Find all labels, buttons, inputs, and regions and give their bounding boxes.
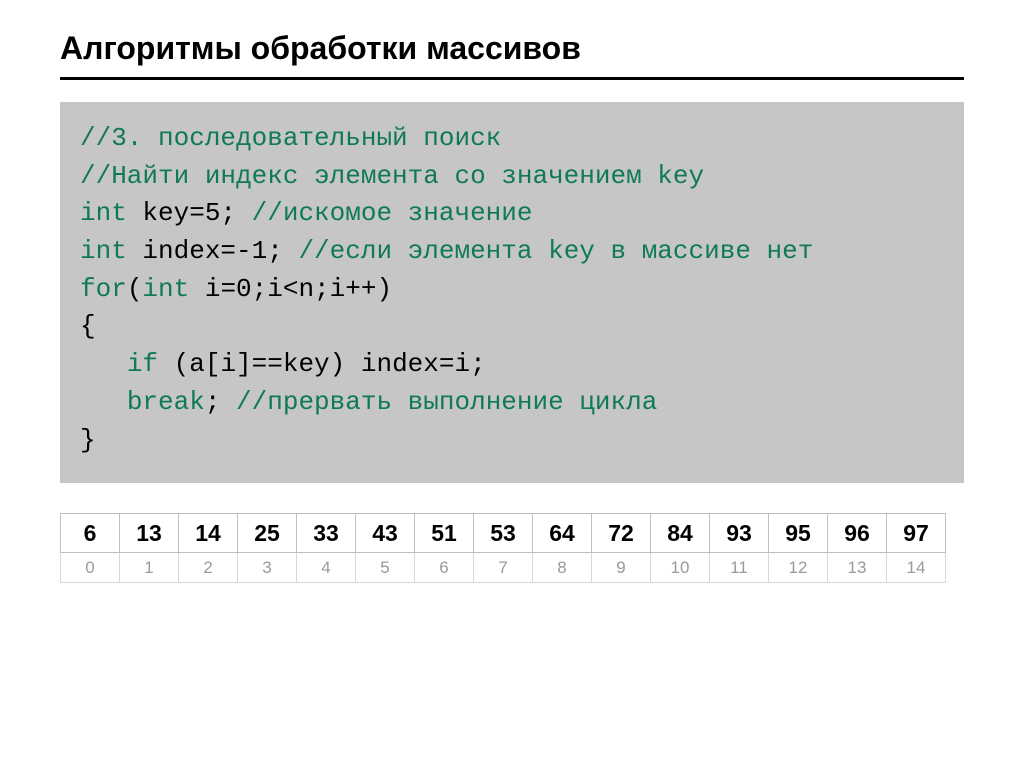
slide-title: Алгоритмы обработки массивов xyxy=(60,30,964,67)
keyword: int xyxy=(80,236,127,266)
array-index-cell: 5 xyxy=(355,553,415,583)
code-text: } xyxy=(80,425,96,455)
array-value-cell: 13 xyxy=(119,513,179,553)
array-value-cell: 51 xyxy=(414,513,474,553)
array-values-row: 6 13 14 25 33 43 51 53 64 72 84 93 95 96… xyxy=(60,513,964,553)
array-value-cell: 95 xyxy=(768,513,828,553)
keyword: if xyxy=(127,349,158,379)
keyword: int xyxy=(80,198,127,228)
code-text: key=5; xyxy=(127,198,252,228)
code-text: (a[i]==key) index=i; xyxy=(158,349,486,379)
array-index-cell: 13 xyxy=(827,553,887,583)
array-index-cell: 3 xyxy=(237,553,297,583)
code-text: ( xyxy=(127,274,143,304)
code-line-5: for(int i=0;i<n;i++) xyxy=(80,271,944,309)
array-value-cell: 33 xyxy=(296,513,356,553)
code-indent xyxy=(80,349,127,379)
comment: //Найти индекс элемента со значением key xyxy=(80,161,704,191)
code-text: { xyxy=(80,311,96,341)
code-indent xyxy=(80,387,127,417)
array-index-cell: 10 xyxy=(650,553,710,583)
code-line-7: if (a[i]==key) index=i; xyxy=(80,346,944,384)
array-value-cell: 64 xyxy=(532,513,592,553)
array-indices-row: 0 1 2 3 4 5 6 7 8 9 10 11 12 13 14 xyxy=(60,553,964,583)
code-line-4: int index=-1; //если элемента key в масс… xyxy=(80,233,944,271)
slide-container: Алгоритмы обработки массивов //3. послед… xyxy=(0,0,1024,623)
array-index-cell: 4 xyxy=(296,553,356,583)
array-value-cell: 43 xyxy=(355,513,415,553)
array-index-cell: 7 xyxy=(473,553,533,583)
array-index-cell: 8 xyxy=(532,553,592,583)
code-line-9: } xyxy=(80,422,944,460)
array-index-cell: 0 xyxy=(60,553,120,583)
array-visualization: 6 13 14 25 33 43 51 53 64 72 84 93 95 96… xyxy=(60,513,964,583)
comment: //искомое значение xyxy=(252,198,533,228)
code-text: index=-1; xyxy=(127,236,299,266)
array-index-cell: 1 xyxy=(119,553,179,583)
array-index-cell: 2 xyxy=(178,553,238,583)
code-line-3: int key=5; //искомое значение xyxy=(80,195,944,233)
code-line-1: //3. последовательный поиск xyxy=(80,120,944,158)
array-value-cell: 53 xyxy=(473,513,533,553)
array-index-cell: 12 xyxy=(768,553,828,583)
array-value-cell: 84 xyxy=(650,513,710,553)
comment: //3. последовательный поиск xyxy=(80,123,501,153)
array-index-cell: 9 xyxy=(591,553,651,583)
code-line-8: break; //прервать выполнение цикла xyxy=(80,384,944,422)
title-divider xyxy=(60,77,964,80)
array-index-cell: 11 xyxy=(709,553,769,583)
array-value-cell: 25 xyxy=(237,513,297,553)
array-value-cell: 6 xyxy=(60,513,120,553)
keyword: break xyxy=(127,387,205,417)
array-value-cell: 93 xyxy=(709,513,769,553)
comment: //если элемента key в массиве нет xyxy=(298,236,813,266)
code-block: //3. последовательный поиск //Найти инде… xyxy=(60,102,964,483)
array-index-cell: 6 xyxy=(414,553,474,583)
array-value-cell: 97 xyxy=(886,513,946,553)
code-text: ; xyxy=(205,387,236,417)
array-value-cell: 72 xyxy=(591,513,651,553)
code-line-6: { xyxy=(80,308,944,346)
array-index-cell: 14 xyxy=(886,553,946,583)
array-value-cell: 14 xyxy=(178,513,238,553)
keyword: int xyxy=(142,274,189,304)
keyword: for xyxy=(80,274,127,304)
code-line-2: //Найти индекс элемента со значением key xyxy=(80,158,944,196)
code-text: i=0;i<n;i++) xyxy=(189,274,392,304)
comment: //прервать выполнение цикла xyxy=(236,387,657,417)
array-value-cell: 96 xyxy=(827,513,887,553)
